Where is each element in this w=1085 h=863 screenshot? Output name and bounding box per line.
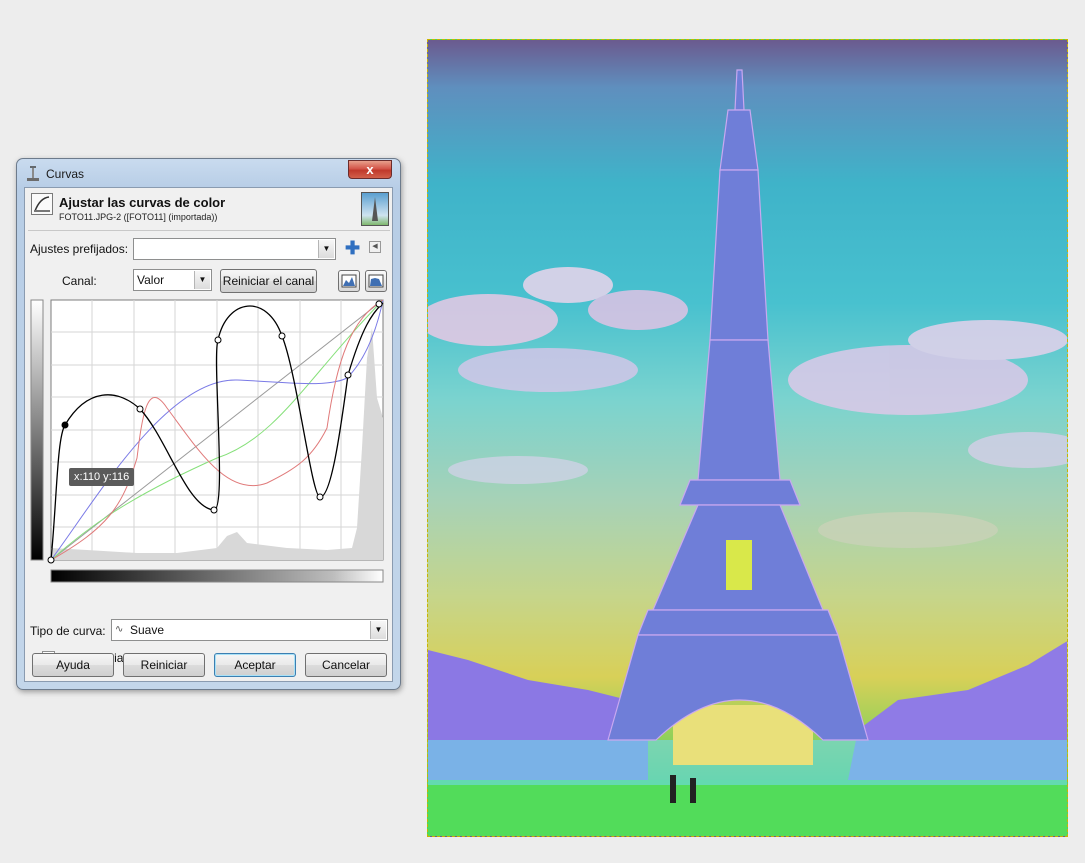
curves-tool-icon: [31, 193, 53, 215]
eiffel-tower-photo: [428, 69, 1067, 836]
ok-button[interactable]: Aceptar: [214, 653, 296, 677]
gimp-curves-app-icon: [27, 166, 39, 181]
presets-combo[interactable]: ▼: [133, 238, 336, 260]
help-button[interactable]: Ayuda: [32, 653, 114, 677]
output-gradient-bar: [30, 299, 44, 561]
channel-combo[interactable]: Valor ▼: [133, 269, 212, 291]
chevron-down-icon: ▼: [370, 621, 386, 639]
window-title: Curvas: [46, 167, 85, 181]
histogram-log-icon: [368, 274, 384, 288]
reset-channel-button[interactable]: Reiniciar el canal: [220, 269, 317, 293]
curve-type-value: Suave: [130, 623, 165, 637]
presets-label: Ajustes prefijados:: [30, 242, 129, 256]
image-thumbnail: [361, 192, 389, 226]
header-subtitle: FOTO11.JPG-2 ([FOTO11] (importada)): [59, 212, 218, 222]
cancel-button[interactable]: Cancelar: [305, 653, 387, 677]
histogram-linear-button[interactable]: [338, 270, 360, 292]
plus-icon[interactable]: ✚: [345, 239, 363, 257]
channel-label: Canal:: [62, 274, 97, 288]
chevron-down-icon: ▼: [318, 240, 334, 258]
histogram-log-button[interactable]: [365, 270, 387, 292]
image-canvas[interactable]: [427, 39, 1068, 837]
chevron-down-icon: ▼: [194, 271, 210, 289]
dialog-content: Ajustar las curvas de color FOTO11.JPG-2…: [24, 187, 393, 682]
header-title: Ajustar las curvas de color: [59, 195, 226, 210]
curves-dialog: Curvas x Ajustar las curvas de color FOT…: [16, 158, 401, 690]
title-bar[interactable]: Curvas x: [17, 159, 400, 187]
reset-button[interactable]: Reiniciar: [123, 653, 205, 677]
smooth-curve-icon: ∿: [115, 624, 124, 635]
curve-graph[interactable]: [27, 298, 389, 598]
curve-type-combo[interactable]: ∿ Suave ▼: [111, 619, 388, 641]
cursor-coordinates-tooltip: x:110 y:116: [69, 468, 135, 486]
header-separator: [28, 230, 390, 231]
close-button[interactable]: x: [348, 160, 392, 179]
channel-value: Valor: [137, 273, 165, 287]
curve-type-label: Tipo de curva:: [30, 624, 106, 638]
triangle-left-icon[interactable]: ◀: [369, 241, 381, 253]
histogram-linear-icon: [341, 274, 357, 288]
input-gradient-bar: [50, 569, 384, 583]
